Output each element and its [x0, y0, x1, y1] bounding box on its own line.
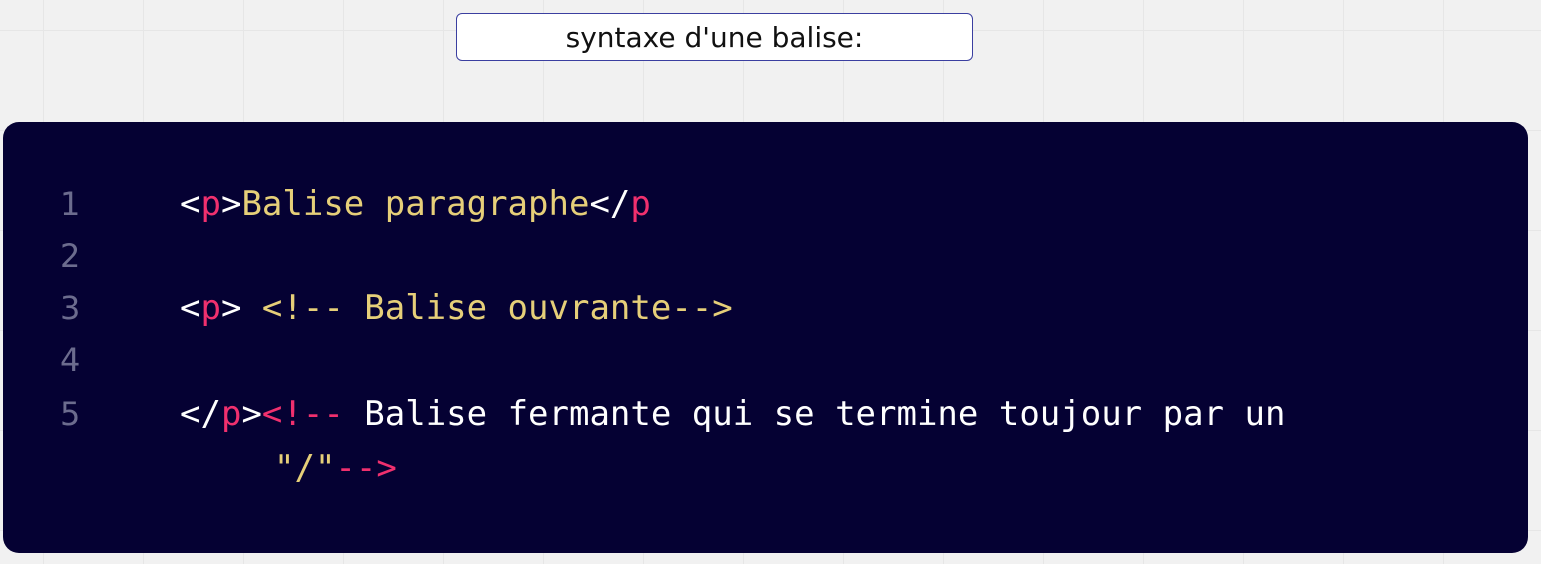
- tag-bracket: <: [180, 288, 201, 328]
- diagram-title: syntaxe d'une balise:: [456, 13, 973, 61]
- paragraph-content: Balise paragraphe: [241, 184, 590, 224]
- tag-bracket: </: [180, 394, 221, 434]
- line-number-3: 3: [60, 289, 81, 327]
- comment-open: <!--: [261, 394, 344, 434]
- comment-closing-tag: Balise fermante qui se termine toujour p…: [343, 394, 1286, 434]
- line-number-2: 2: [60, 237, 81, 275]
- line-number-1: 1: [60, 185, 81, 223]
- tag-bracket: >: [241, 394, 262, 434]
- tag-bracket: <: [180, 184, 201, 224]
- tag-bracket: >: [220, 288, 262, 328]
- code-line-3: <p> <!-- Balise ouvrante-->: [180, 288, 733, 328]
- line-number-5: 5: [60, 395, 81, 433]
- code-panel: 1 2 3 4 5 <p>Balise paragraphe</p <p> <!…: [3, 122, 1528, 553]
- tag-name: p: [630, 184, 651, 224]
- code-line-5: </p><!-- Balise fermante qui se termine …: [180, 394, 1285, 434]
- tag-name: p: [200, 288, 221, 328]
- tag-bracket: </: [589, 184, 631, 224]
- comment-close: -->: [335, 448, 397, 488]
- tag-name: p: [200, 184, 221, 224]
- code-line-1: <p>Balise paragraphe</p: [180, 184, 651, 224]
- line-number-4: 4: [60, 341, 81, 379]
- comment-opening-tag: <!-- Balise ouvrante-->: [261, 288, 733, 328]
- tag-bracket: >: [220, 184, 242, 224]
- slash-string: "/": [274, 448, 336, 488]
- code-line-5-continuation: "/"-->: [274, 448, 397, 488]
- tag-name: p: [220, 394, 242, 434]
